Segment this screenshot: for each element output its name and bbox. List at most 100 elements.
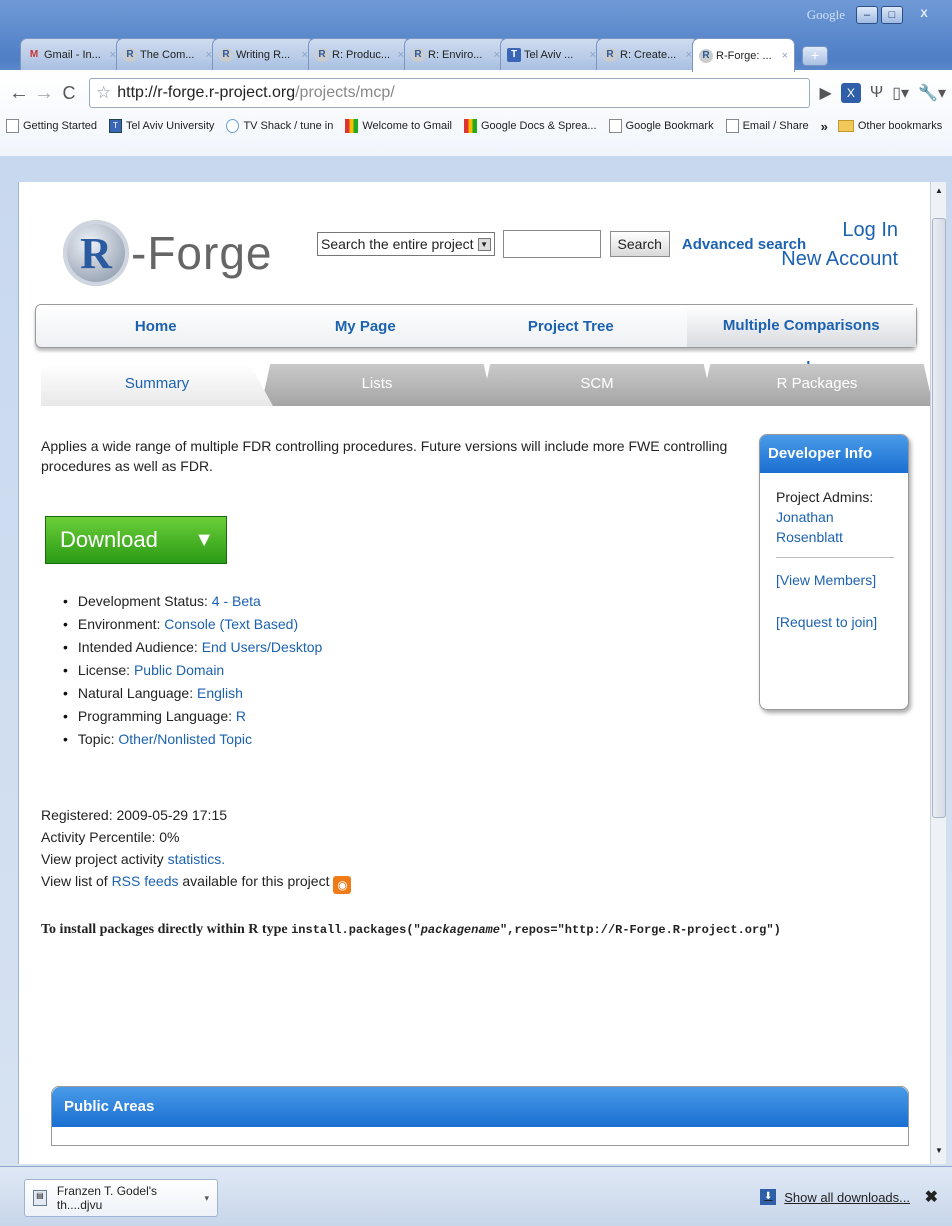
minimize-button[interactable]: – [856, 6, 878, 24]
project-stats: Registered: 2009-05-29 17:15 Activity Pe… [41, 804, 352, 894]
r-icon: R [123, 47, 137, 62]
r-icon: R [219, 47, 233, 62]
toolbar-icons: ▶ X Ψ ▯▾ 🔧▾ [820, 83, 946, 103]
download-button[interactable]: Download ▼ [45, 516, 227, 564]
tab-gmail[interactable]: M Gmail - In... × [20, 38, 123, 70]
trait-link[interactable]: End Users/Desktop [202, 639, 323, 655]
tab-r-forge[interactable]: R R-Forge: ... × [692, 38, 795, 72]
trait-link[interactable]: Console (Text Based) [164, 616, 298, 632]
list-item: Programming Language: R [63, 705, 322, 728]
extension-icon[interactable]: X [840, 83, 861, 103]
tab-summary[interactable]: Summary [41, 364, 273, 406]
trait-link[interactable]: R [236, 708, 246, 724]
page-menu-icon[interactable]: ▯▾ [892, 83, 909, 103]
nav-my-page[interactable]: My Page [275, 318, 455, 335]
request-join-link[interactable]: [Request to join] [776, 612, 894, 632]
address-bar[interactable]: ☆ http://r-forge.r-project.org/projects/… [89, 78, 810, 108]
reload-icon[interactable]: C [58, 83, 80, 104]
show-all-downloads-link[interactable]: ⬇ Show all downloads... [760, 1189, 910, 1205]
download-shelf: ▤ Franzen T. Godel's th....djvu ▾ ⬇ Show … [0, 1166, 952, 1226]
new-tab-button[interactable]: + [802, 46, 828, 66]
project-description: Applies a wide range of multiple FDR con… [41, 438, 728, 474]
forward-icon[interactable]: → [33, 82, 55, 105]
main-nav: Home My Page Project Tree Multiple Compa… [35, 304, 917, 376]
rss-feeds-link[interactable]: RSS feeds [112, 873, 179, 889]
gmail-icon: M [29, 49, 39, 60]
admin-link[interactable]: Jonathan Rosenblatt [776, 507, 894, 547]
extension-2-icon[interactable]: Ψ [870, 84, 883, 102]
tab-r-produc[interactable]: R R: Produc... × [308, 38, 411, 70]
login-link[interactable]: Log In [781, 216, 898, 245]
back-icon[interactable]: ← [8, 82, 30, 105]
bookmark-gmail[interactable]: Welcome to Gmail [345, 119, 452, 133]
nav-project-tree[interactable]: Project Tree [455, 318, 686, 335]
brand-label: Google [806, 7, 845, 22]
developer-info-title: Developer Info [760, 435, 908, 473]
list-item: Topic: Other/Nonlisted Topic [63, 728, 322, 751]
file-icon: ▤ [33, 1190, 47, 1206]
vertical-scrollbar[interactable]: ▲ ▼ [930, 182, 946, 1164]
tab-r-enviro[interactable]: R R: Enviro... × [404, 38, 507, 70]
list-item: Intended Audience: End Users/Desktop [63, 636, 322, 659]
rforge-logo[interactable]: R -Forge [63, 220, 272, 286]
trait-link[interactable]: Public Domain [134, 662, 224, 678]
view-members-link[interactable]: [View Members] [776, 570, 894, 590]
bookmark-star-icon[interactable]: ☆ [96, 83, 111, 103]
search-input[interactable] [502, 230, 601, 258]
bookmark-tv-shack[interactable]: TV Shack / tune in [226, 119, 333, 133]
tab-lists[interactable]: Lists [261, 364, 493, 406]
tab-close-icon[interactable]: × [782, 50, 788, 62]
rss-icon[interactable]: ◉ [333, 876, 352, 894]
triangle-down-icon: ▼ [194, 528, 214, 551]
tab-r-create[interactable]: R R: Create... × [596, 38, 699, 70]
bookmark-email-share[interactable]: Email / Share [725, 119, 809, 133]
new-account-link[interactable]: New Account [781, 245, 898, 274]
nav-home[interactable]: Home [36, 318, 275, 335]
tab-tel-aviv[interactable]: T Tel Aviv ... × [500, 38, 603, 70]
play-icon[interactable]: ▶ [820, 83, 832, 103]
list-item: Environment: Console (Text Based) [63, 613, 322, 636]
url-domain: http://r-forge.r-project.org [117, 84, 296, 101]
search-bar: Search the entire project ▼ Search Advanc… [317, 230, 806, 258]
trait-link[interactable]: English [197, 685, 243, 701]
maximize-button[interactable]: □ [881, 6, 903, 24]
search-button[interactable]: Search [609, 231, 670, 257]
close-window-button[interactable]: X [906, 6, 942, 24]
bookmark-getting-started[interactable]: Getting Started [6, 119, 97, 133]
list-item: Natural Language: English [63, 682, 322, 705]
list-item: Development Status: 4 - Beta [63, 590, 322, 613]
page-icon [725, 119, 739, 133]
trait-link[interactable]: Other/Nonlisted Topic [118, 731, 252, 747]
download-icon: ⬇ [760, 1189, 777, 1205]
page-viewport: R -Forge Search the entire project ▼ Sear… [18, 182, 930, 1164]
public-areas-box: Public Areas [51, 1086, 909, 1146]
url-path: /projects/mcp/ [295, 84, 395, 101]
other-bookmarks[interactable]: Other bookmarks [837, 120, 942, 132]
chevron-down-icon[interactable]: ▾ [204, 1193, 209, 1204]
folder-icon [837, 120, 854, 132]
nav-project[interactable]: Multiple Comparisons procedures [686, 305, 916, 376]
bookmark-google-bookmark[interactable]: Google Bookmark [608, 119, 714, 133]
public-areas-title: Public Areas [52, 1087, 908, 1127]
tab-r-packages[interactable]: R Packages [701, 364, 930, 406]
google-icon [345, 119, 359, 133]
tab-strip: M Gmail - In... × R The Com... × R Writing R.… [20, 38, 828, 72]
scrollbar-thumb[interactable] [932, 218, 946, 818]
close-shelf-icon[interactable]: ✖ [925, 1187, 938, 1207]
statistics-link[interactable]: statistics. [168, 851, 226, 867]
trait-link[interactable]: 4 - Beta [212, 593, 261, 609]
download-item[interactable]: ▤ Franzen T. Godel's th....djvu ▾ [24, 1179, 218, 1217]
bookmark-tel-aviv[interactable]: T Tel Aviv University [109, 119, 214, 133]
bookmarks-overflow-icon[interactable]: » [821, 119, 828, 134]
tab-writing-r[interactable]: R Writing R... × [212, 38, 315, 70]
tab-scm[interactable]: SCM [481, 364, 713, 406]
wrench-icon[interactable]: 🔧▾ [918, 83, 946, 103]
divider [776, 557, 894, 558]
r-icon: R [411, 47, 425, 62]
scroll-down-icon[interactable]: ▼ [933, 1146, 945, 1160]
scroll-up-icon[interactable]: ▲ [933, 186, 945, 200]
search-scope-select[interactable]: Search the entire project ▼ [317, 232, 495, 256]
bookmark-google-docs[interactable]: Google Docs & Sprea... [463, 119, 597, 133]
admins-label: Project Admins: [776, 489, 874, 505]
tab-the-com[interactable]: R The Com... × [116, 38, 219, 70]
